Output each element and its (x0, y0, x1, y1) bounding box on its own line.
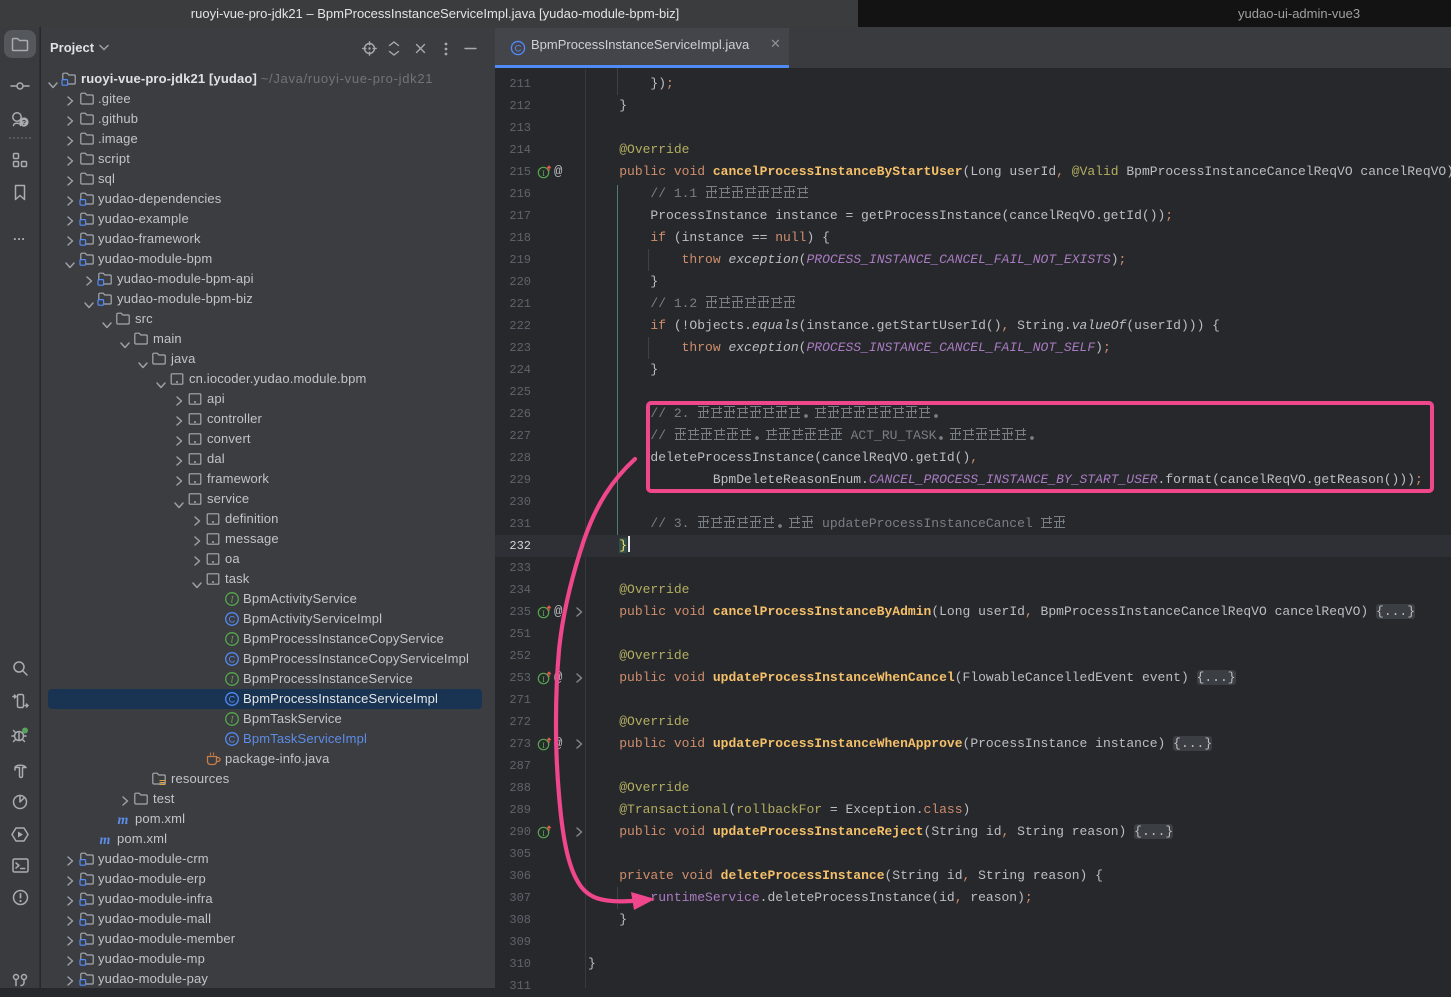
svg-text:C: C (515, 42, 522, 53)
svg-text:I: I (542, 828, 545, 838)
svg-text:m: m (99, 833, 110, 847)
svg-text:C: C (229, 695, 236, 705)
svg-text:I: I (542, 168, 545, 178)
svg-text:C: C (229, 655, 236, 665)
svg-text:C: C (229, 735, 236, 745)
svg-text:I: I (542, 740, 545, 750)
svg-text:?: ? (21, 120, 25, 127)
svg-text:I: I (229, 636, 234, 646)
svg-text:C: C (229, 615, 236, 625)
svg-text:m: m (117, 813, 128, 827)
svg-text:I: I (229, 596, 234, 606)
svg-text:I: I (542, 674, 545, 684)
svg-text:I: I (542, 608, 545, 618)
svg-text:I: I (229, 716, 234, 726)
svg-text:I: I (229, 676, 234, 686)
